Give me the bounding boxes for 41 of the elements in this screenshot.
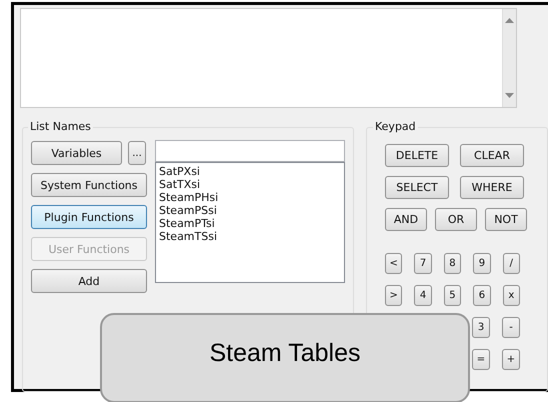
keypad-button[interactable]: 7 bbox=[414, 253, 432, 274]
browse-button[interactable]: ... bbox=[128, 141, 146, 165]
keypad-button[interactable]: > bbox=[384, 285, 402, 306]
keypad-button[interactable]: + bbox=[502, 349, 520, 370]
list-item[interactable]: SteamPHsi bbox=[159, 191, 341, 204]
list-item[interactable]: SatPXsi bbox=[159, 165, 341, 178]
keypad-button[interactable]: x bbox=[502, 285, 520, 306]
list-item[interactable]: SteamPTsi bbox=[159, 217, 341, 230]
keypad-button[interactable]: NOT bbox=[485, 208, 527, 231]
function-list[interactable]: SatPXsi SatTXsi SteamPHsi SteamPSsi SteamPTsi SteamTSsi bbox=[155, 162, 345, 283]
keypad-button[interactable]: < bbox=[384, 253, 402, 274]
group-label: List Names bbox=[28, 120, 93, 133]
keypad-button[interactable]: - bbox=[502, 317, 520, 338]
list-item[interactable]: SatTXsi bbox=[159, 178, 341, 191]
group-label: Keypad bbox=[373, 120, 418, 133]
scroll-bar[interactable] bbox=[502, 9, 516, 107]
keypad-button[interactable]: DELETE bbox=[385, 144, 449, 167]
list-button[interactable]: Variables bbox=[31, 141, 122, 165]
keypad-button[interactable]: SELECT bbox=[385, 176, 449, 199]
keypad-button[interactable]: OR bbox=[435, 208, 477, 231]
keypad-button[interactable]: AND bbox=[385, 208, 427, 231]
output-text-area[interactable] bbox=[20, 8, 517, 108]
keypad-button[interactable]: 6 bbox=[473, 285, 491, 306]
keypad-button[interactable]: 9 bbox=[473, 253, 491, 274]
keypad-button[interactable]: CLEAR bbox=[460, 144, 524, 167]
list-item[interactable]: SteamTSsi bbox=[159, 230, 341, 243]
keypad-button[interactable]: 4 bbox=[414, 285, 432, 306]
keypad-button[interactable]: / bbox=[502, 253, 520, 274]
keypad-button[interactable]: 5 bbox=[444, 285, 462, 306]
scroll-up-icon[interactable] bbox=[505, 17, 514, 23]
list-button[interactable]: Add bbox=[31, 269, 147, 293]
scroll-down-icon[interactable] bbox=[505, 93, 514, 99]
list-item[interactable]: SteamPSsi bbox=[159, 204, 341, 217]
list-button[interactable]: System Functions bbox=[31, 173, 147, 197]
list-button[interactable]: Plugin Functions bbox=[31, 205, 147, 229]
keypad-button[interactable]: 3 bbox=[472, 317, 490, 338]
title-text: Steam Tables bbox=[209, 339, 360, 369]
keypad-button[interactable]: WHERE bbox=[460, 176, 524, 199]
keypad-button[interactable]: 8 bbox=[444, 253, 462, 274]
input-field[interactable] bbox=[155, 140, 345, 162]
keypad-button[interactable]: = bbox=[472, 349, 490, 370]
